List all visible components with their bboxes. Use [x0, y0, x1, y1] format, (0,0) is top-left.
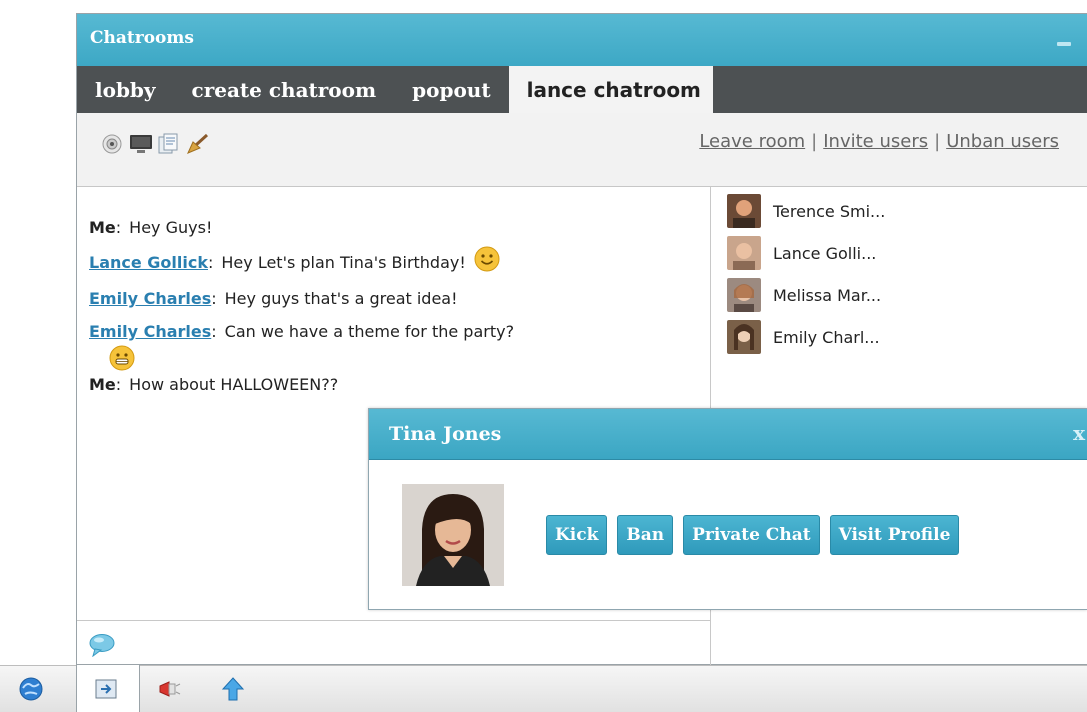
sender-colon: : — [115, 218, 122, 237]
message-sender: Me — [89, 375, 116, 394]
leave-room-link[interactable]: Leave room — [699, 131, 805, 152]
grin-emoji-icon — [109, 345, 135, 375]
message-sender-link[interactable]: Emily Charles — [89, 289, 211, 308]
tab-lance-chatroom[interactable]: lance chatroom — [508, 66, 713, 113]
close-icon[interactable]: x — [1073, 421, 1085, 445]
chat-message: Me: Hey Guys! — [89, 218, 212, 237]
user-list-item[interactable]: Emily Charl... — [727, 316, 1087, 358]
invite-users-link[interactable]: Invite users — [823, 131, 928, 152]
user-list-item[interactable]: Terence Smi... — [727, 190, 1087, 232]
link-separator: | — [811, 131, 818, 152]
tab-create-chatroom[interactable]: create chatroom — [174, 66, 395, 113]
profile-photo — [402, 484, 504, 586]
globe-icon[interactable] — [18, 676, 44, 702]
link-separator: | — [934, 131, 941, 152]
chat-message: Emily Charles: Hey guys that's a great id… — [89, 289, 458, 308]
window-titlebar[interactable]: Chatrooms — [77, 14, 1087, 66]
enter-room-icon[interactable] — [93, 676, 119, 702]
user-name: Melissa Mar... — [773, 285, 882, 305]
upload-arrow-icon[interactable] — [220, 676, 246, 702]
message-text: Hey Let's plan Tina's Birthday! — [221, 253, 466, 272]
taskbar — [0, 665, 1087, 712]
chat-message: Lance Gollick: Hey Let's plan Tina's Birt… — [89, 246, 500, 276]
message-text: Hey Guys! — [129, 218, 213, 237]
user-name: Emily Charl... — [773, 327, 880, 347]
announcement-megaphone-icon[interactable] — [156, 676, 182, 702]
screen-share-icon[interactable] — [129, 133, 152, 155]
avatar — [727, 278, 761, 312]
room-toolbar: Leave room | Invite users | Unban users — [77, 113, 1087, 187]
chat-message: Me: How about HALLOWEEN?? — [89, 375, 338, 394]
popup-title: Tina Jones — [389, 423, 502, 445]
unban-users-link[interactable]: Unban users — [946, 131, 1059, 152]
chat-message: Emily Charles: Can we have a theme for th… — [89, 322, 514, 341]
message-text: Hey guys that's a great idea! — [224, 289, 458, 308]
message-sender-link[interactable]: Emily Charles — [89, 322, 211, 341]
tab-lobby[interactable]: lobby — [77, 66, 174, 113]
message-text: How about HALLOWEEN?? — [129, 375, 339, 394]
message-text: Can we have a theme for the party? — [224, 322, 515, 341]
sender-colon: : — [115, 375, 122, 394]
smiley-emoji-icon — [474, 246, 500, 276]
visit-profile-button[interactable]: Visit Profile — [829, 515, 960, 555]
webcam-icon[interactable] — [101, 133, 123, 155]
ban-button[interactable]: Ban — [617, 515, 674, 555]
user-list-item[interactable]: Lance Golli... — [727, 232, 1087, 274]
user-list: Terence Smi... Lance Golli... Melissa Ma… — [727, 190, 1087, 358]
popup-titlebar[interactable]: Tina Jones x — [369, 409, 1087, 460]
private-chat-button[interactable]: Private Chat — [683, 515, 820, 555]
tab-popout[interactable]: popout — [394, 66, 508, 113]
sender-colon: : — [211, 322, 217, 341]
kick-button[interactable]: Kick — [546, 515, 608, 555]
sender-colon: : — [208, 253, 214, 272]
avatar — [727, 236, 761, 270]
avatar — [727, 320, 761, 354]
message-input-border — [77, 620, 710, 621]
window-title: Chatrooms — [90, 28, 194, 48]
user-list-item[interactable]: Melissa Mar... — [727, 274, 1087, 316]
user-name: Terence Smi... — [773, 201, 886, 221]
user-profile-popup: Tina Jones x Kick Ban Private Chat Visit… — [368, 408, 1087, 610]
user-name: Lance Golli... — [773, 243, 877, 263]
avatar — [727, 194, 761, 228]
minimize-icon[interactable] — [1057, 42, 1071, 46]
message-sender-link[interactable]: Lance Gollick — [89, 253, 208, 272]
clear-broom-icon[interactable] — [185, 133, 209, 155]
sender-colon: : — [211, 289, 217, 308]
whiteboard-icon[interactable] — [157, 133, 179, 155]
message-sender: Me — [89, 218, 116, 237]
chat-bubble-icon[interactable] — [88, 633, 116, 658]
tab-bar: lobby create chatroom popout lance chatr… — [77, 66, 1087, 113]
